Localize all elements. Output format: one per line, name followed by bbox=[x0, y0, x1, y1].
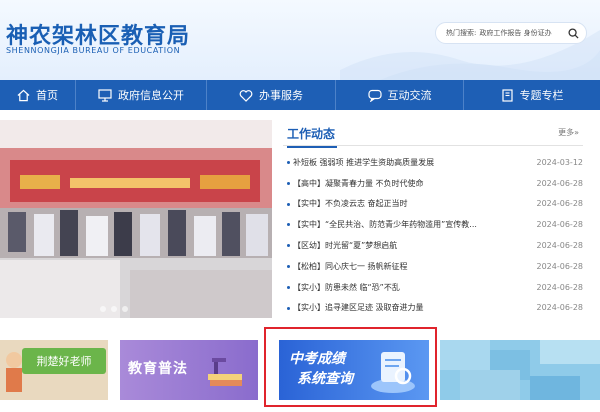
banner-carousel[interactable] bbox=[0, 120, 272, 318]
carousel-dot[interactable] bbox=[100, 306, 106, 312]
nav-label-home: 首页 bbox=[36, 89, 58, 102]
chat-icon bbox=[367, 89, 382, 102]
book-icon bbox=[501, 88, 513, 102]
news-list: 补短板 强弱项 推进学生资助高质量发展 2024-03-12 【高中】凝聚青春力量… bbox=[283, 152, 583, 318]
carousel-dot[interactable] bbox=[111, 306, 117, 312]
work-news-panel: 工作动态 更多» 补短板 强弱项 推进学生资助高质量发展 2024-03-12 【… bbox=[283, 118, 583, 324]
news-item[interactable]: 【高中】凝聚青春力量 不负时代使命 2024-06-28 bbox=[283, 173, 583, 194]
promo-image bbox=[440, 340, 600, 400]
nav-item-topics[interactable]: 专题专栏 bbox=[464, 80, 600, 110]
site-subtitle: SHENNONGJIA BUREAU OF EDUCATION bbox=[6, 46, 181, 55]
education-law-tile[interactable]: 教育普法 bbox=[120, 340, 258, 400]
news-item[interactable]: 【实中】不负凌云志 奋起正当时 2024-06-28 bbox=[283, 194, 583, 215]
news-item-title[interactable]: 【区幼】时光留“夏”梦想启航 bbox=[293, 240, 533, 251]
good-teacher-label: 荆楚好老师 bbox=[22, 348, 106, 374]
carousel-dot[interactable] bbox=[122, 306, 128, 312]
news-item-date: 2024-06-28 bbox=[536, 241, 584, 251]
good-teacher-tile[interactable]: 荆楚好老师 bbox=[0, 340, 108, 400]
promo-tile[interactable] bbox=[440, 340, 600, 400]
books-icon bbox=[208, 358, 242, 386]
news-item-date: 2024-06-28 bbox=[536, 261, 584, 271]
news-item[interactable]: 【区幼】时光留“夏”梦想启航 2024-06-28 bbox=[283, 235, 583, 256]
search-icon[interactable] bbox=[564, 24, 582, 42]
nav-item-services[interactable]: 办事服务 bbox=[207, 80, 335, 110]
nav-label-services: 办事服务 bbox=[259, 89, 303, 102]
nav-label-topics: 专题专栏 bbox=[519, 89, 564, 102]
heart-icon bbox=[239, 89, 253, 102]
search-box[interactable]: 热门搜索: 政府工作报告 身份证办 bbox=[435, 22, 587, 44]
news-item-date: 2024-06-28 bbox=[536, 282, 584, 292]
news-item-date: 2024-06-28 bbox=[536, 220, 584, 230]
banner-image[interactable] bbox=[0, 120, 272, 318]
news-item-title[interactable]: 补短板 强弱项 推进学生资助高质量发展 bbox=[293, 157, 533, 168]
monitor-icon bbox=[98, 88, 112, 102]
news-item-title[interactable]: 【实小】追寻建区足迹 汲取奋进力量 bbox=[293, 302, 533, 313]
news-item-title[interactable]: 【松柏】同心庆七一 扬帆新征程 bbox=[293, 261, 533, 272]
nav-item-gov-info[interactable]: 政府信息公开 bbox=[76, 80, 206, 110]
search-hot-label: 热门搜索: bbox=[446, 29, 477, 37]
education-law-label: 教育普法 bbox=[128, 361, 188, 377]
nav-label-gov-info: 政府信息公开 bbox=[118, 89, 184, 102]
main-nav: 首页 政府信息公开 办事服务 互动交流 专题专栏 bbox=[0, 80, 600, 110]
news-item-title[interactable]: 【高中】凝聚青春力量 不负时代使命 bbox=[293, 178, 533, 189]
news-item-date: 2024-06-28 bbox=[536, 303, 584, 313]
highlight-box bbox=[264, 327, 437, 407]
news-item[interactable]: 【松柏】同心庆七一 扬帆新征程 2024-06-28 bbox=[283, 256, 583, 277]
nav-label-interaction: 互动交流 bbox=[387, 89, 432, 102]
news-item[interactable]: 【实小】防患未然 临“恐”不乱 2024-06-28 bbox=[283, 277, 583, 298]
news-item-date: 2024-06-28 bbox=[536, 178, 584, 188]
news-item[interactable]: 补短板 强弱项 推进学生资助高质量发展 2024-03-12 bbox=[283, 152, 583, 173]
carousel-dots[interactable] bbox=[100, 306, 128, 312]
search-hot-terms[interactable]: 政府工作报告 身份证办 bbox=[479, 28, 564, 38]
news-item[interactable]: 【实小】追寻建区足迹 汲取奋进力量 2024-06-28 bbox=[283, 298, 583, 319]
news-title[interactable]: 工作动态 bbox=[287, 125, 338, 148]
nav-item-home[interactable]: 首页 bbox=[0, 80, 75, 110]
site-header: 神农架林区教育局 SHENNONGJIA BUREAU OF EDUCATION… bbox=[0, 0, 600, 80]
news-item-date: 2024-06-28 bbox=[536, 199, 584, 209]
news-item-title[interactable]: 【实中】不负凌云志 奋起正当时 bbox=[293, 198, 533, 209]
home-icon bbox=[17, 89, 30, 101]
news-item[interactable]: 【实中】“全民共治、防范青少年药物滥用”宣传教... 2024-06-28 bbox=[283, 214, 583, 235]
news-item-date: 2024-03-12 bbox=[536, 157, 584, 167]
news-more-link[interactable]: 更多» bbox=[558, 127, 579, 138]
nav-item-interaction[interactable]: 互动交流 bbox=[336, 80, 463, 110]
news-item-title[interactable]: 【实小】防患未然 临“恐”不乱 bbox=[293, 282, 533, 293]
news-item-title[interactable]: 【实中】“全民共治、防范青少年药物滥用”宣传教... bbox=[293, 219, 533, 230]
news-header: 工作动态 更多» bbox=[283, 118, 583, 148]
